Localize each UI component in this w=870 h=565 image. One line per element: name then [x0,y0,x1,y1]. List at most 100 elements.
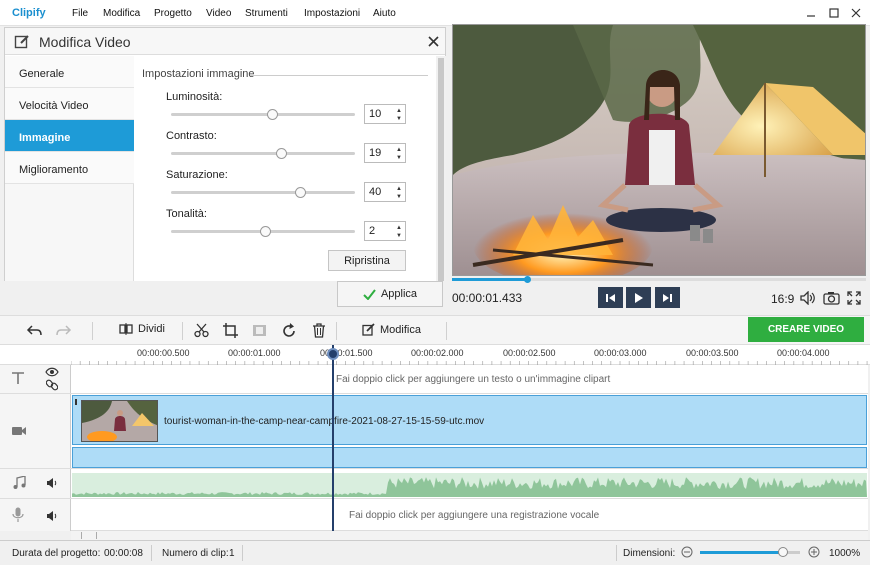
panel-header: Modifica Video [5,28,445,55]
text-icon [11,371,25,385]
status-separator [616,545,617,561]
ruler-label: 00:00:02.000 [411,348,464,358]
link-icon[interactable] [46,379,58,391]
video-clip[interactable]: tourist-woman-in-the-camp-near-campfire-… [72,395,867,445]
menu-help[interactable]: Aiuto [373,8,396,19]
clip-thumbnail [81,400,158,442]
panel-scrollbar[interactable]: ▼ [436,56,446,308]
spin-down-icon[interactable]: ▼ [396,116,402,122]
sidebar-item-speed[interactable]: Velocità Video [5,88,134,120]
timeline-ruler[interactable]: 00:00:00.500 00:00:01.000 00:00:01.500 0… [0,345,870,365]
zoom-slider[interactable] [700,547,800,557]
redo-icon[interactable] [56,324,72,336]
clip-filename: tourist-woman-in-the-camp-near-campfire-… [164,416,485,427]
contrast-slider[interactable] [171,148,355,159]
app-logo: Clipify [12,7,46,19]
slider-thumb[interactable] [276,148,288,159]
edit-icon [14,33,30,49]
scissors-icon[interactable] [194,323,209,338]
progress-fill [452,278,527,281]
aspect-ratio[interactable]: 16:9 [771,292,794,306]
create-video-button[interactable]: CREARE VIDEO [748,317,864,342]
toolbar-separator [182,322,183,340]
progress-knob[interactable] [523,276,531,283]
maximize-icon[interactable] [823,3,845,23]
slider-thumb[interactable] [294,187,306,198]
playback-progress[interactable] [452,276,866,283]
timeline-scrollbar[interactable] [71,531,868,540]
zoom-thumb[interactable] [778,547,788,557]
duration-value: 00:00:08 [104,548,143,559]
contrast-spinbox[interactable]: 19 ▲ ▼ [364,143,406,163]
zoom-out-icon[interactable] [681,546,693,558]
spin-up-icon[interactable]: ▲ [396,225,402,231]
fullscreen-icon[interactable] [847,291,861,305]
video-clip-lower[interactable] [72,447,867,468]
volume-icon[interactable] [800,291,817,305]
close-panel-icon[interactable] [428,36,439,47]
slider-thumb[interactable] [259,226,271,237]
brightness-slider[interactable] [171,109,355,120]
menu-video[interactable]: Video [206,8,231,19]
voice-volume-icon[interactable] [46,511,58,521]
saturation-spinbox[interactable]: 40 ▲ ▼ [364,182,406,202]
playhead-handle[interactable] [327,348,339,360]
spin-up-icon[interactable]: ▲ [396,108,402,114]
split-button[interactable]: Dividi [119,323,165,335]
sidebar-item-image[interactable]: Immagine [5,120,134,152]
undo-icon[interactable] [26,324,42,336]
playhead[interactable] [327,345,339,531]
text-track[interactable]: Fai doppio click per aggiungere un testo… [71,365,868,394]
video-preview[interactable] [452,24,866,276]
spin-up-icon[interactable]: ▲ [396,186,402,192]
menu-settings[interactable]: Impostazioni [304,8,360,19]
scrollbar-thumb[interactable] [438,58,444,284]
edit-button[interactable]: Modifica [362,323,421,336]
sidebar-item-enhancement[interactable]: Miglioramento [5,152,134,184]
menu-edit[interactable]: Modifica [103,8,140,19]
toolbar-separator [446,322,447,340]
menu-tools[interactable]: Strumenti [245,8,288,19]
section-title: Impostazioni immagine [142,68,255,80]
spin-up-icon[interactable]: ▲ [396,147,402,153]
crop-icon[interactable] [223,323,238,338]
reset-button[interactable]: Ripristina [328,250,406,271]
hue-spinbox[interactable]: 2 ▲ ▼ [364,221,406,241]
spin-down-icon[interactable]: ▼ [396,155,402,161]
slider-thumb[interactable] [267,109,279,120]
trash-icon[interactable] [312,323,326,338]
eye-icon[interactable] [45,367,59,377]
saturation-slider[interactable] [171,187,355,198]
spin-value: 19 [369,147,382,159]
timecode: 00:00:01.433 [452,291,523,305]
close-window-icon[interactable] [845,3,867,23]
apply-button[interactable]: Applica [337,281,443,307]
zoom-in-icon[interactable] [808,546,820,558]
section-divider [250,75,428,76]
audio-waveform[interactable] [72,473,867,497]
ruler-label: 00:00:00.500 [137,348,190,358]
spin-down-icon[interactable]: ▼ [396,233,402,239]
minimize-icon[interactable] [800,3,822,23]
video-camera-icon [11,425,27,437]
spin-value: 40 [369,186,382,198]
brightness-spinbox[interactable]: 10 ▲ ▼ [364,104,406,124]
scrollbar-grip[interactable] [81,532,97,539]
snapshot-icon[interactable] [823,291,840,305]
menu-file[interactable]: File [72,8,88,19]
next-frame-icon[interactable] [655,287,680,308]
play-icon[interactable] [626,287,651,308]
filmstrip-icon[interactable] [252,323,267,338]
zoom-label: Dimensioni: [623,548,676,559]
hue-slider[interactable] [171,226,355,237]
sidebar-item-general[interactable]: Generale [5,56,134,88]
spin-down-icon[interactable]: ▼ [396,194,402,200]
clip-handle[interactable] [75,399,77,405]
edit-label: Modifica [380,323,421,336]
voice-track[interactable]: Fai doppio click per aggiungere una regi… [71,499,868,531]
rotate-icon[interactable] [282,323,297,338]
music-volume-icon[interactable] [46,478,58,488]
zoom-fill [700,551,783,554]
prev-frame-icon[interactable] [598,287,623,308]
menu-project[interactable]: Progetto [154,8,192,19]
